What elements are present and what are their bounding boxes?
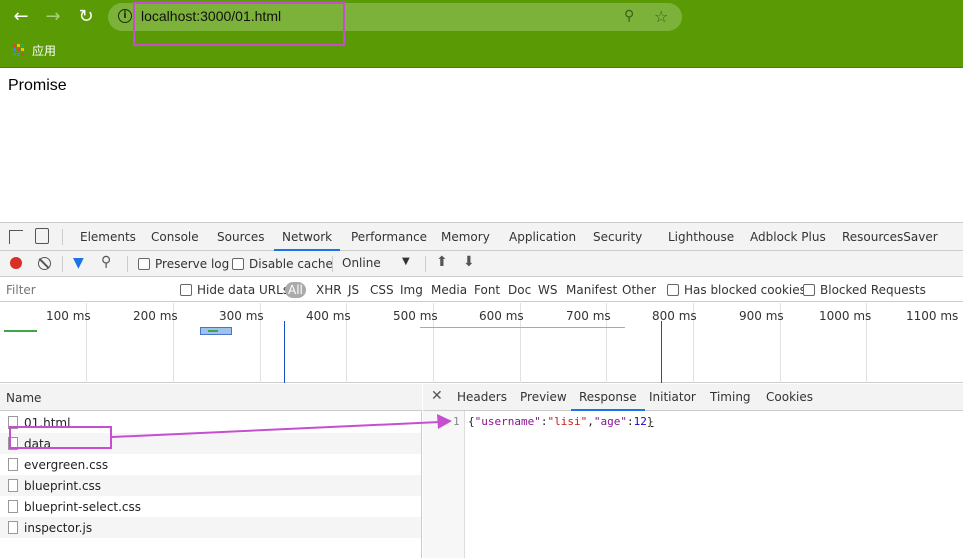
annotation-arrow-line <box>111 421 441 438</box>
annotation-arrow-head <box>437 414 452 429</box>
annotation-arrow <box>111 414 452 438</box>
screen: ← → ↻ i localhost:3000/01.html ⚲ ☆ 应用 Pr… <box>0 0 963 558</box>
